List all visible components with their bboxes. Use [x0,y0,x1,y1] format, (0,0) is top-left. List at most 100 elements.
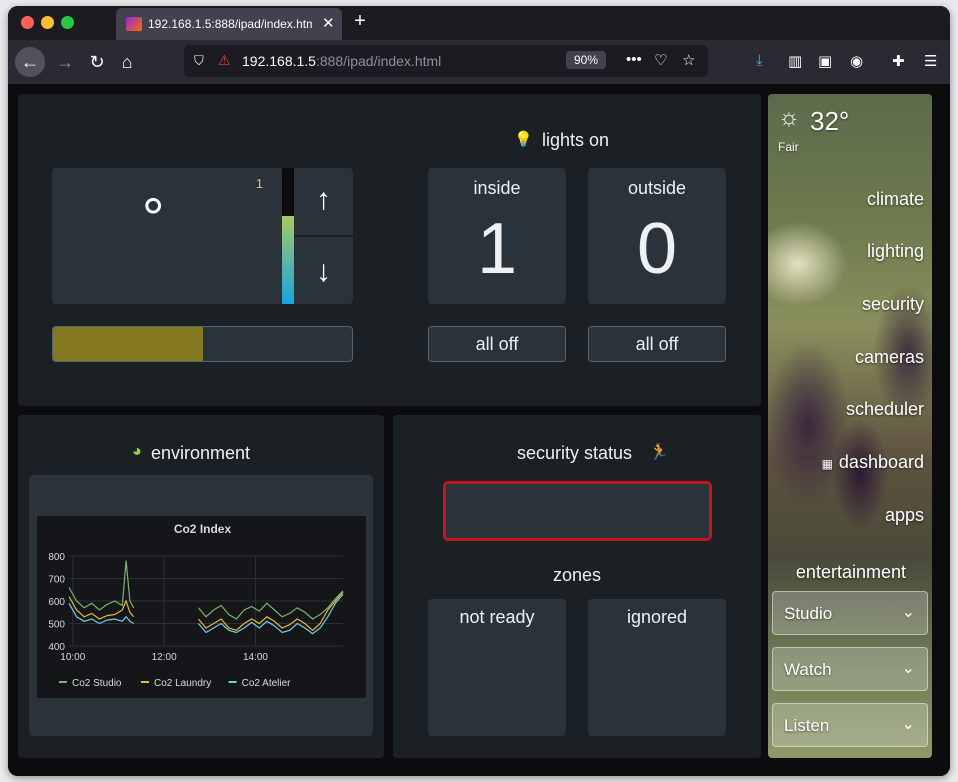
x-tick-label: 10:00 [60,652,85,663]
lights-title: lights on [542,130,610,150]
sidebar-item-dashboard[interactable]: ▦ dashboard [822,452,924,473]
lights-inside-value: 1 [476,209,518,289]
library-icon[interactable]: ▥ [788,52,802,70]
sidebar-toggle-icon[interactable]: ▣ [818,52,832,70]
chevron-down-icon: ⌄ [901,660,915,677]
weather-condition: Fair [778,140,799,154]
close-tab-icon[interactable]: ✕ [322,14,335,32]
sidebar: ☼ 32° Fair climate lighting security cam… [768,94,932,758]
page-actions-icon[interactable]: ••• [626,51,642,68]
studio-dropdown-label: Studio [784,604,833,623]
back-button[interactable]: ← [15,47,45,77]
chevron-down-icon: ⌄ [901,716,915,733]
security-status-display [443,481,712,541]
url-path: :888/ipad/index.html [315,53,442,69]
level-bar-track [282,168,294,304]
y-tick-label: 700 [48,575,65,586]
favicon-icon [126,17,142,31]
zones-not-ready-tile[interactable]: not ready [428,599,566,736]
navigation-bar: ← → ↻ ⌂ ⛉ ⚠ 192.168.1.5:888/ipad/index.h… [8,40,950,84]
environment-panel: ◕ environment Co2 Index 800 700 600 500 400 10… [18,415,384,758]
chart-title: Co2 Index [174,522,232,536]
listen-dropdown[interactable]: Listen ⌄ [772,703,928,747]
home-button[interactable]: ⌂ [112,47,142,77]
sidebar-item-lighting[interactable]: lighting [867,241,924,262]
zoom-window-button[interactable] [61,16,74,29]
series-line-co2-laundry [68,596,135,620]
sidebar-item-apps[interactable]: apps [885,505,924,526]
lights-inside-label: inside [473,178,521,198]
weather-temp: 32° [810,106,850,136]
sidebar-item-cameras[interactable]: cameras [855,347,924,368]
pocket-icon[interactable]: ♡ [654,51,667,69]
legend-entry: Co2 Atelier [242,678,292,689]
series-line-co2-studio [197,590,344,620]
not-ready-label: not ready [459,607,535,627]
url-bar[interactable]: ⛉ ⚠ 192.168.1.5:888/ipad/index.html 90% … [184,45,708,77]
co2-chart: Co2 Index 800 700 600 500 400 10:00 12:00 14:00 C… [36,515,367,699]
security-panel: security status 🏃 zones not ready ignore… [393,415,761,758]
weather-sun-icon: ☼ [778,104,800,131]
insecure-lock-icon[interactable]: ⚠ [218,52,231,69]
legend-entry: Co2 Studio [72,678,122,689]
watch-dropdown-label: Watch [784,660,832,679]
person-running-icon: 🏃 [649,444,669,461]
y-tick-label: 800 [48,552,65,563]
sidebar-item-entertainment[interactable]: entertainment [796,562,906,583]
page-content: ° 1 ↑ ↓ 💡 lights on inside 1 outside 0 a… [8,84,950,776]
sidebar-item-dashboard-label: dashboard [838,452,924,472]
sidebar-item-scheduler[interactable]: scheduler [846,399,924,420]
grid-icon: ▦ [821,457,833,471]
legend-entry: Co2 Laundry [154,678,211,689]
lights-outside-value: 0 [636,209,678,289]
series-line-co2-studio [68,560,135,611]
chevron-down-icon: ⌄ [901,604,915,621]
climate-lights-panel: ° 1 ↑ ↓ 💡 lights on inside 1 outside 0 a… [18,94,761,406]
sidebar-item-security[interactable]: security [862,294,924,315]
climate-progress-fill [53,327,203,361]
outside-all-off-button[interactable]: all off [588,326,726,362]
zones-title: zones [552,565,602,585]
browser-tab[interactable]: 192.168.1.5:888/ipad/index.htm ✕ [116,8,342,40]
new-tab-button[interactable]: + [348,10,372,33]
level-bar-fill [282,215,294,304]
x-tick-label: 12:00 [152,652,177,663]
tracking-shield-icon[interactable]: ⛉ [194,53,204,69]
url-host: 192.168.1.5 [242,53,316,69]
minimize-window-button[interactable] [41,16,54,29]
inside-all-off-button[interactable]: all off [428,326,566,362]
environment-title: environment [151,443,251,463]
climate-progress[interactable] [52,326,353,362]
watch-dropdown[interactable]: Watch ⌄ [772,647,928,691]
menu-icon[interactable]: ☰ [924,52,937,70]
gauge-icon: ◕ [132,443,142,460]
account-icon[interactable]: ◉ [850,52,863,70]
temp-up-button[interactable]: ↑ [294,168,353,235]
zoom-level[interactable]: 90% [566,51,607,69]
co2-chart-svg: Co2 Index80070060050040010:00 12:00 14:00C… [48,522,344,689]
mode-value: 1 [255,176,263,191]
url-text[interactable]: 192.168.1.5:888/ipad/index.html [242,53,441,69]
extensions-icon[interactable]: ✚ [892,52,905,70]
bookmark-star-icon[interactable]: ☆ [682,51,695,69]
temp-down-button[interactable]: ↓ [294,237,353,304]
close-window-button[interactable] [21,16,34,29]
lights-outside-label: outside [627,178,687,198]
sidebar-item-climate[interactable]: climate [867,189,924,210]
downloads-icon[interactable]: ⤓ [756,52,763,69]
zones-ignored-tile[interactable]: ignored [588,599,726,736]
listen-dropdown-label: Listen [784,716,830,735]
lights-inside-tile: inside 1 [428,168,566,304]
arrow-up-icon: ↑ [316,183,331,216]
x-tick-label: 14:00 [243,652,268,663]
security-title: security status [517,443,633,463]
y-tick-label: 600 [48,597,65,608]
studio-dropdown[interactable]: Studio ⌄ [772,591,928,635]
y-tick-label: 500 [48,620,65,631]
browser-window: 192.168.1.5:888/ipad/index.htm ✕ + ← → ↻… [8,6,950,776]
tab-title: 192.168.1.5:888/ipad/index.htm [148,17,312,31]
lights-outside-tile: outside 0 [588,168,726,304]
setpoint-value: ° [142,186,165,249]
forward-button[interactable]: → [50,47,80,77]
reload-button[interactable]: ↻ [82,47,112,77]
